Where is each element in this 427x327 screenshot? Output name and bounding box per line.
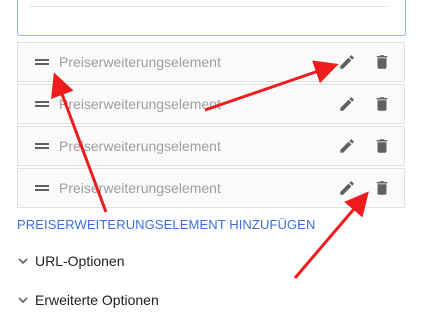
price-item-label: Preiserweiterungselement [59, 180, 221, 196]
price-item-row[interactable]: Preiserweiterungselement [17, 84, 405, 124]
url-options-toggle[interactable]: URL-Optionen [17, 250, 125, 272]
price-item-label: Preiserweiterungselement [59, 54, 221, 70]
price-item-row[interactable]: Preiserweiterungselement [17, 42, 405, 82]
drag-handle-icon[interactable] [35, 57, 49, 67]
price-item-row[interactable]: Preiserweiterungselement [17, 126, 405, 166]
trash-icon[interactable] [373, 137, 391, 155]
price-item-label: Preiserweiterungselement [59, 138, 221, 154]
price-item-label: Preiserweiterungselement [59, 96, 221, 112]
drag-handle-icon[interactable] [35, 99, 49, 109]
trash-icon[interactable] [373, 53, 391, 71]
price-item-row[interactable]: Preiserweiterungselement [17, 168, 405, 208]
pencil-icon[interactable] [338, 53, 356, 71]
drag-handle-icon[interactable] [35, 183, 49, 193]
pencil-icon[interactable] [338, 179, 356, 197]
input-underline [30, 6, 387, 7]
annotation-arrow [293, 191, 369, 279]
drag-handle-icon[interactable] [35, 141, 49, 151]
pencil-icon[interactable] [338, 137, 356, 155]
add-price-item-button[interactable]: PREISERWEITERUNGSELEMENT HINZUFÜGEN [17, 217, 315, 232]
pencil-icon[interactable] [338, 95, 356, 113]
chevron-down-icon [18, 258, 28, 265]
section-label: URL-Optionen [35, 253, 125, 269]
text-input-area[interactable] [17, 0, 406, 36]
trash-icon[interactable] [373, 179, 391, 197]
chevron-down-icon [18, 297, 28, 304]
section-label: Erweiterte Optionen [35, 292, 159, 308]
trash-icon[interactable] [373, 95, 391, 113]
advanced-options-toggle[interactable]: Erweiterte Optionen [17, 289, 159, 311]
